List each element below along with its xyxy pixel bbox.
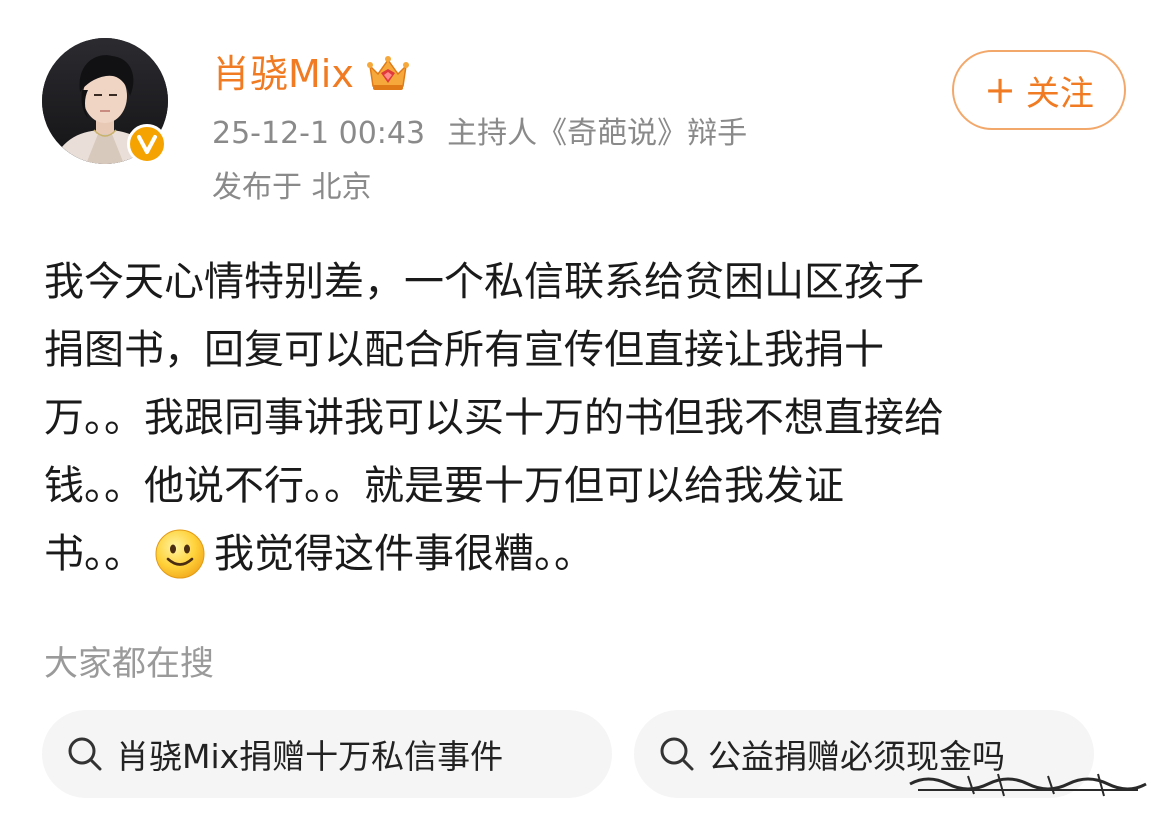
post-text-segment: 我觉得这件事很糟。。 <box>214 531 594 577</box>
weibo-post-screen: 肖骁Mix 25-12-1 00:43 主持人《奇葩说》辩手 发布于 北京 + 关… <box>0 0 1170 818</box>
post-text-line: 万。。我跟同事讲我可以买十万的书但我不想直接给 <box>44 395 944 441</box>
follow-button-label: 关注 <box>1025 73 1094 114</box>
verified-v-icon <box>127 124 167 164</box>
trending-heading: 大家都在搜 <box>44 644 214 684</box>
post-location: 发布于 北京 <box>212 170 372 205</box>
follow-button[interactable]: + 关注 <box>952 50 1126 130</box>
trending-search-chip[interactable]: 肖骁Mix捐赠十万私信事件 <box>42 710 612 798</box>
watermark-scribble <box>909 773 1147 797</box>
trending-search-label: 肖骁Mix捐赠十万私信事件 <box>116 737 504 776</box>
post-text-line-last: 书。。 我觉得这件事很糟。。 <box>44 520 1134 588</box>
author-header: 肖骁Mix <box>212 46 410 102</box>
author-title: 主持人《奇葩说》辩手 <box>447 116 748 151</box>
post-content: 我今天心情特别差，一个私信联系给贫困山区孩子 捐图书，回复可以配合所有宣传但直接… <box>44 248 1134 588</box>
crown-icon <box>366 56 409 90</box>
post-text-line: 捐图书，回复可以配合所有宣传但直接让我捐十 <box>44 327 884 373</box>
post-meta: 25-12-1 00:43 主持人《奇葩说》辩手 <box>212 114 747 154</box>
search-icon <box>68 737 102 771</box>
post-text-segment: 书。。 <box>44 531 144 577</box>
search-icon <box>660 737 694 771</box>
smile-icon <box>155 529 205 579</box>
plus-icon: + <box>984 68 1016 112</box>
post-timestamp: 25-12-1 00:43 <box>212 116 426 151</box>
author-name[interactable]: 肖骁Mix <box>212 46 354 102</box>
post-text-line: 我今天心情特别差，一个私信联系给贫困山区孩子 <box>44 259 924 305</box>
post-text-line: 钱。。他说不行。。就是要十万但可以给我发证 <box>44 463 844 509</box>
